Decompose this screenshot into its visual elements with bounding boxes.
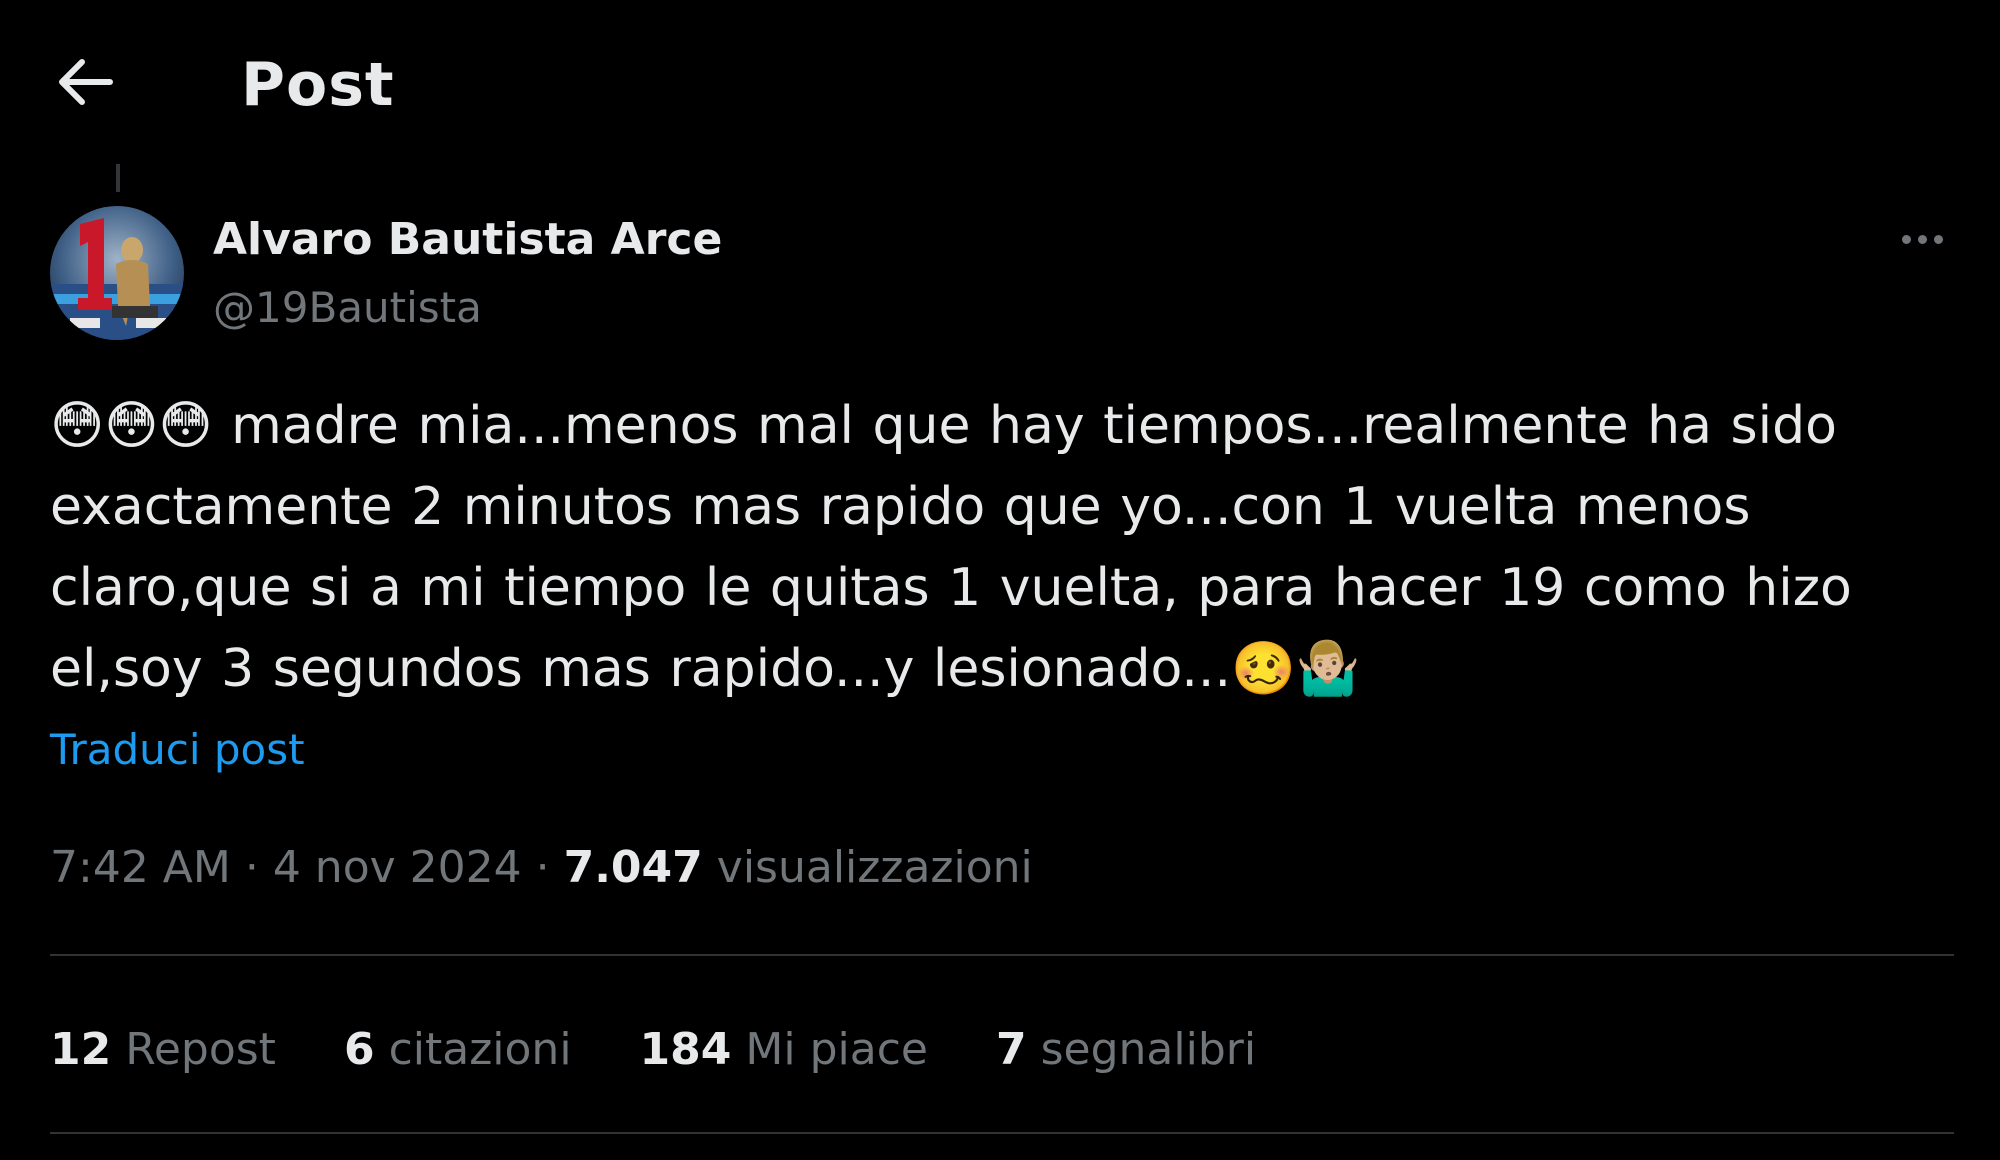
reposts-stat[interactable]: 12 Repost bbox=[50, 1018, 276, 1082]
avatar-image bbox=[50, 206, 184, 340]
more-dots-icon bbox=[1901, 234, 1911, 244]
reposts-count: 12 bbox=[50, 1024, 112, 1075]
post-meta: 7:42 AM · 4 nov 2024 · 7.047 visualizzaz… bbox=[50, 836, 1033, 900]
quotes-stat[interactable]: 6 citazioni bbox=[344, 1018, 572, 1082]
translate-post-link[interactable]: Traduci post bbox=[50, 720, 305, 780]
avatar[interactable] bbox=[50, 206, 184, 340]
quotes-label: citazioni bbox=[388, 1024, 572, 1075]
back-button[interactable] bbox=[52, 52, 116, 112]
likes-count: 184 bbox=[639, 1024, 732, 1075]
more-options-button[interactable] bbox=[1892, 214, 1952, 264]
divider bbox=[50, 954, 1954, 956]
reposts-label: Repost bbox=[125, 1024, 276, 1075]
page-title: Post bbox=[241, 50, 395, 120]
bookmarks-stat[interactable]: 7 segnalibri bbox=[996, 1018, 1256, 1082]
author-name[interactable]: Alvaro Bautista Arce bbox=[213, 212, 722, 268]
likes-stat[interactable]: 184 Mi piace bbox=[640, 1018, 928, 1082]
divider bbox=[50, 1132, 1954, 1134]
arrow-left-icon bbox=[59, 59, 113, 105]
bookmarks-count: 7 bbox=[995, 1024, 1027, 1075]
more-dots-icon bbox=[1917, 234, 1927, 244]
views-count: 7.047 bbox=[563, 842, 703, 893]
bookmarks-label: segnalibri bbox=[1040, 1024, 1257, 1075]
meta-separator: · bbox=[521, 842, 564, 893]
post-time[interactable]: 7:42 AM bbox=[50, 842, 231, 893]
post-stats: 12 Repost 6 citazioni 184 Mi piace 7 seg… bbox=[50, 1018, 1324, 1082]
thread-connector-line bbox=[116, 164, 120, 192]
more-dots-icon bbox=[1933, 234, 1943, 244]
post-header: Post bbox=[0, 0, 2000, 160]
author-handle[interactable]: @19Bautista bbox=[213, 280, 482, 336]
meta-separator: · bbox=[230, 842, 273, 893]
post-date[interactable]: 4 nov 2024 bbox=[273, 842, 522, 893]
post-text: 😳😳😳 madre mia...menos mal que hay tiempo… bbox=[50, 396, 1852, 699]
quotes-count: 6 bbox=[343, 1024, 375, 1075]
views-label: visualizzazioni bbox=[716, 842, 1033, 893]
likes-label: Mi piace bbox=[745, 1024, 928, 1075]
